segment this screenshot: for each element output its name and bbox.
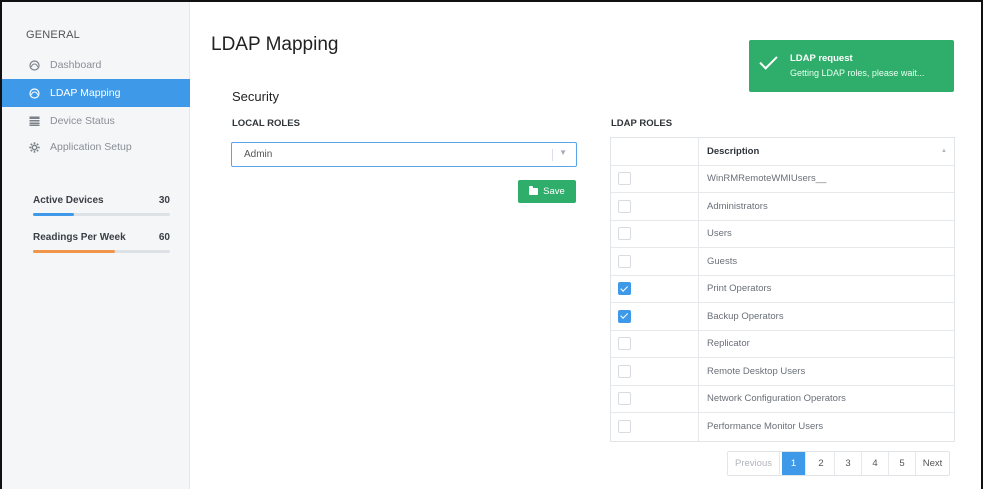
role-checkbox[interactable] [618,364,631,378]
stat-progress-fill [33,250,116,253]
table-row: Backup Operators [611,303,954,331]
role-description: Administrators [707,200,768,212]
stat-value: 60 [158,232,170,243]
table-row: Network Configuration Operators [611,385,954,413]
select-separator [552,149,553,161]
sidebar-item-label: LDAP Mapping [50,87,121,99]
table-header-row: Description ▲ [611,138,954,166]
table-row: Guests [611,248,954,276]
stat-progress-track [33,213,170,216]
role-description: Guests [707,255,738,267]
dashboard-icon [27,59,41,71]
checkmark-icon [759,51,778,70]
role-description: Replicator [707,338,750,350]
checkbox-cell [611,385,699,412]
ldap-roles-label: LDAP ROLES [611,118,673,129]
role-description: Network Configuration Operators [707,393,846,405]
role-checkbox[interactable] [618,254,631,268]
role-checkbox[interactable] [618,282,631,296]
role-description: Users [707,228,732,240]
notification-toast: LDAP request Getting LDAP roles, please … [749,40,954,92]
page-title: LDAP Mapping [211,34,339,55]
sidebar: GENERAL Dashboard LDAP Mapping Device St… [2,2,190,489]
checkbox-cell [611,248,699,275]
ldap-roles-table: Description ▲ WinRMRemoteWMIUsers__ Admin… [610,137,955,442]
role-checkbox[interactable] [618,199,631,213]
sidebar-item-label: Device Status [50,115,115,127]
stat-readings-per-week: Readings Per Week 60 [33,232,170,253]
description-column-header[interactable]: Description ▲ [699,138,954,165]
pagination-page-2[interactable]: 2 [808,452,835,475]
local-role-select[interactable]: Admin ▼ [231,142,577,167]
pagination-next-button[interactable]: Next [916,452,949,475]
stat-value: 30 [158,195,170,206]
role-checkbox[interactable] [618,392,631,406]
table-row: WinRMRemoteWMIUsers__ [611,165,954,193]
table-row: Print Operators [611,275,954,303]
checkbox-cell [611,220,699,247]
role-checkbox[interactable] [618,309,631,323]
toast-title: LDAP request [790,53,853,64]
checkbox-cell [611,303,699,330]
sidebar-item-application-setup[interactable]: Application Setup [2,133,190,161]
role-checkbox[interactable] [618,337,631,351]
app-window: GENERAL Dashboard LDAP Mapping Device St… [0,0,983,489]
role-checkbox[interactable] [618,420,631,434]
role-description: Performance Monitor Users [707,421,824,433]
table-row: Remote Desktop Users [611,358,954,386]
local-roles-label: LOCAL ROLES [232,118,300,129]
pagination-page-3[interactable]: 3 [835,452,862,475]
role-checkbox[interactable] [618,172,631,186]
checkbox-cell [611,330,699,357]
table-row: Users [611,220,954,248]
pagination: Previous 1 2 3 4 5 Next [727,451,950,476]
stat-label: Readings Per Week [33,232,126,243]
sidebar-item-label: Application Setup [50,141,132,153]
role-description: WinRMRemoteWMIUsers__ [707,173,827,185]
save-button[interactable]: Save [518,180,576,203]
checkbox-cell [611,275,699,302]
role-description: Print Operators [707,283,772,295]
pagination-page-1[interactable]: 1 [782,452,806,475]
checkbox-cell [611,193,699,220]
pagination-page-5[interactable]: 5 [889,452,916,475]
stat-progress-fill [33,213,75,216]
section-title: Security [232,89,279,104]
checkbox-cell [611,413,699,441]
sidebar-item-device-status[interactable]: Device Status [2,107,190,135]
sidebar-item-dashboard[interactable]: Dashboard [2,51,190,79]
local-role-value: Admin [244,149,273,160]
stat-label: Active Devices [33,195,104,206]
checkbox-cell [611,165,699,192]
pagination-page-4[interactable]: 4 [862,452,889,475]
folder-icon [529,186,539,195]
stat-active-devices: Active Devices 30 [33,195,170,216]
header-checkbox-cell [611,138,699,165]
sidebar-item-ldap-mapping[interactable]: LDAP Mapping [2,79,190,107]
sidebar-item-label: Dashboard [50,59,102,71]
chevron-down-icon[interactable]: ▼ [559,148,567,157]
toast-message: Getting LDAP roles, please wait... [790,68,925,78]
table-row: Administrators [611,193,954,221]
sidebar-heading: GENERAL [26,29,80,41]
pagination-previous-button[interactable]: Previous [728,452,780,475]
save-button-label: Save [543,186,565,197]
role-checkbox[interactable] [618,227,631,241]
stat-progress-track [33,250,170,253]
sort-icon[interactable]: ▲ [941,148,947,154]
checkbox-cell [611,358,699,385]
role-description: Remote Desktop Users [707,365,806,377]
role-description: Backup Operators [707,310,784,322]
dashboard-icon [27,87,41,99]
gear-icon [27,141,41,153]
table-icon [27,116,41,126]
table-row: Replicator [611,330,954,358]
table-row: Performance Monitor Users [611,413,954,441]
